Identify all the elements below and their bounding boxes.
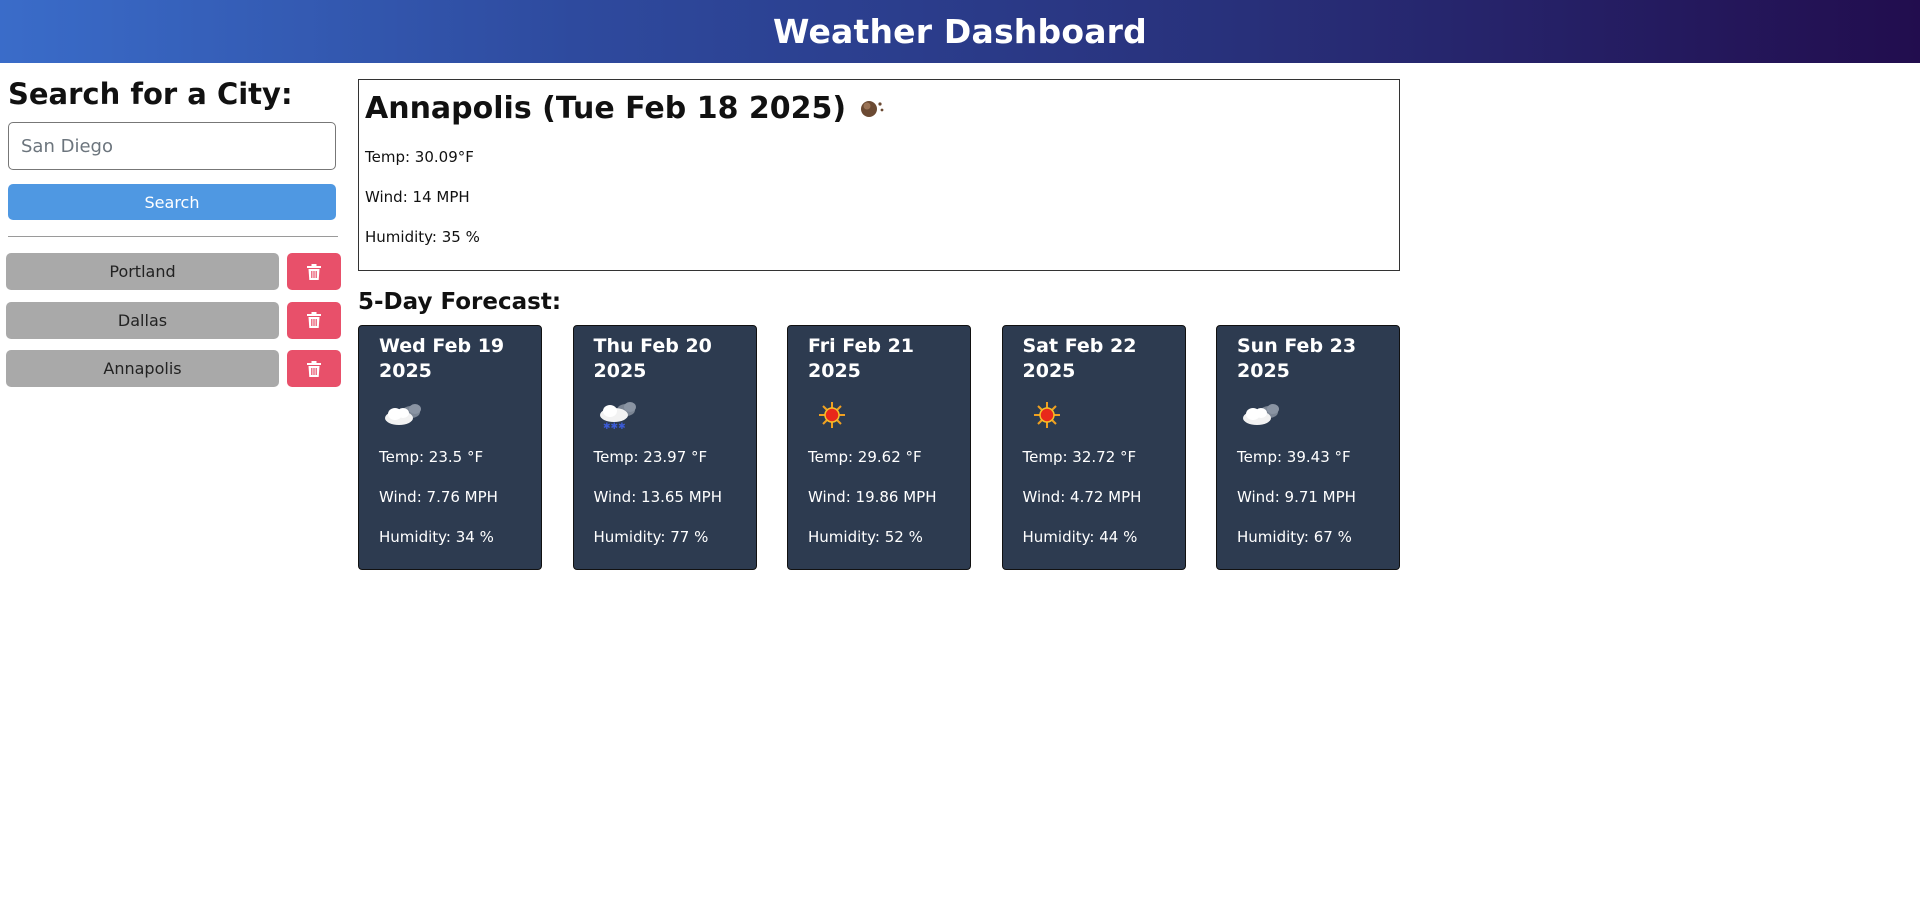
current-wind: Wind: 14 MPH [365,188,470,206]
forecast-temp: Temp: 39.43 °F [1237,448,1351,466]
sidebar-divider [8,236,338,237]
current-weather-title: Annapolis (Tue Feb 18 2025) [365,88,1393,128]
main-content: Search for a City: Search Portland [0,63,1920,913]
forecast-card: Sat Feb 22 2025 Temp: 32.72 °F Wind: 4.7… [1001,325,1186,570]
forecast-card: Thu Feb 20 2025 ✱✱✱ Temp: 23.97 °F Wind:… [572,325,757,570]
trash-icon [307,312,321,328]
app-header: Weather Dashboard [0,0,1920,63]
history-city-button[interactable]: Annapolis [6,350,279,387]
forecast-date: Thu Feb 20 2025 [593,335,712,382]
trash-icon [307,360,321,377]
sun-icon [819,402,845,428]
history-city-button[interactable]: Portland [6,253,279,290]
forecast-humidity: Humidity: 52 % [808,528,923,546]
forecast-wind: Wind: 13.65 MPH [593,488,723,506]
snow-icon: ✱✱✱ [599,402,636,432]
search-heading: Search for a City: [8,77,293,111]
forecast-card: Sun Feb 23 2025 Temp: 39.43 °F Wind: 9.7… [1216,325,1400,570]
forecast-date: Sat Feb 22 2025 [1022,335,1137,382]
forecast-humidity: Humidity: 77 % [593,528,709,546]
forecast-heading: 5-Day Forecast: [358,289,562,315]
search-history-list: Portland Dallas Annapolis [6,253,342,399]
delete-city-button[interactable] [287,301,341,339]
current-city-date: Annapolis (Tue Feb 18 2025) [365,90,847,126]
forecast-wind: Wind: 4.72 MPH [1022,488,1142,506]
forecast-card: Wed Feb 19 2025 Temp: 23.5 °F Wind: 7.76… [358,325,542,570]
forecast-temp: Temp: 23.5 °F [379,448,484,466]
haze-icon [861,101,884,117]
forecast-date: Wed Feb 19 2025 [379,335,505,382]
forecast-temp: Temp: 32.72 °F [1022,448,1137,466]
current-humidity: Humidity: 35 % [365,228,480,246]
forecast-wind: Wind: 9.71 MPH [1237,488,1356,506]
forecast-wind: Wind: 7.76 MPH [379,488,498,506]
sun-icon [1033,402,1060,428]
history-item: Portland [6,253,342,290]
forecast-list: Wed Feb 19 2025 Temp: 23.5 °F Wind: 7.76… [358,325,1400,570]
current-weather-panel: Annapolis (Tue Feb 18 2025) Temp: 30.09°… [358,79,1400,271]
forecast-wind: Wind: 19.86 MPH [808,488,937,506]
app-title: Weather Dashboard [773,12,1147,51]
trash-icon [307,263,321,280]
history-city-button[interactable]: Dallas [6,301,279,339]
forecast-date: Fri Feb 21 2025 [808,335,915,382]
cloudy-icon [1243,404,1279,425]
delete-city-button[interactable] [287,253,341,290]
history-item: Annapolis [6,350,342,387]
search-button[interactable]: Search [8,184,336,220]
forecast-temp: Temp: 23.97 °F [593,448,708,466]
forecast-humidity: Humidity: 34 % [379,528,494,546]
forecast-date: Sun Feb 23 2025 [1237,335,1357,382]
cloudy-icon [385,404,421,425]
current-temp: Temp: 30.09°F [365,148,474,166]
svg-text:✱✱✱: ✱✱✱ [603,422,626,432]
forecast-humidity: Humidity: 67 % [1237,528,1352,546]
history-item: Dallas [6,301,342,339]
forecast-temp: Temp: 29.62 °F [808,448,922,466]
delete-city-button[interactable] [287,350,341,387]
city-search-input[interactable] [8,122,336,170]
forecast-humidity: Humidity: 44 % [1022,528,1138,546]
sidebar: Search for a City: Search Portland [6,77,342,387]
forecast-card: Fri Feb 21 2025 Temp: 29.62 °F Wind: 19.… [787,325,971,570]
